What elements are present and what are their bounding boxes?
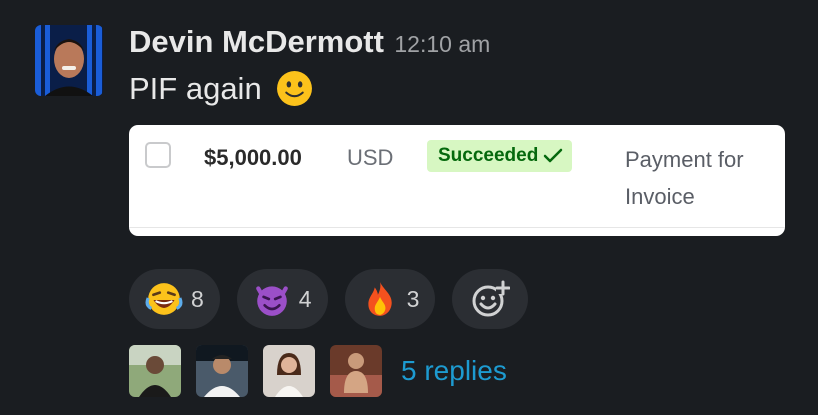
reaction-count: 3 bbox=[406, 285, 420, 312]
replier-avatar bbox=[129, 345, 181, 397]
smiling-imp-icon bbox=[255, 286, 288, 316]
card-divider bbox=[129, 227, 785, 228]
replier-avatar bbox=[330, 345, 382, 397]
checkmark-icon bbox=[544, 148, 563, 163]
thread-summary[interactable]: 5 replies bbox=[129, 345, 507, 397]
laughing-crying-face-icon bbox=[145, 283, 183, 315]
replies-link[interactable]: 5 replies bbox=[401, 355, 507, 387]
payment-checkbox[interactable] bbox=[145, 142, 171, 168]
reaction-fire[interactable]: 3 bbox=[344, 269, 436, 329]
message: Devin McDermott 12:10 am PIF again $5,00… bbox=[0, 0, 818, 415]
message-header: Devin McDermott 12:10 am bbox=[129, 24, 490, 60]
message-text: PIF again bbox=[129, 70, 313, 107]
author-avatar[interactable] bbox=[35, 25, 103, 96]
slightly-smiling-face-icon bbox=[276, 71, 312, 106]
author-name[interactable]: Devin McDermott bbox=[129, 24, 384, 59]
payment-amount: $5,000.00 bbox=[204, 145, 302, 170]
reaction-count: 4 bbox=[298, 285, 312, 312]
replier-avatar bbox=[263, 345, 315, 397]
payment-description: Payment for Invoice bbox=[625, 147, 744, 209]
message-body: PIF again bbox=[129, 70, 262, 106]
reaction-imp[interactable]: 4 bbox=[236, 269, 328, 329]
replier-avatar bbox=[196, 345, 248, 397]
add-reaction-icon bbox=[472, 280, 511, 317]
fire-icon bbox=[367, 282, 392, 316]
payment-currency: USD bbox=[347, 145, 394, 170]
reactions-bar: 8 4 3 bbox=[129, 269, 545, 329]
add-reaction-button[interactable] bbox=[452, 269, 529, 329]
reaction-count: 8 bbox=[191, 285, 204, 312]
reaction-laughing[interactable]: 8 bbox=[129, 269, 220, 329]
message-timestamp[interactable]: 12:10 am bbox=[394, 31, 490, 57]
status-label: Succeeded bbox=[438, 145, 539, 166]
status-badge: Succeeded bbox=[427, 140, 573, 172]
